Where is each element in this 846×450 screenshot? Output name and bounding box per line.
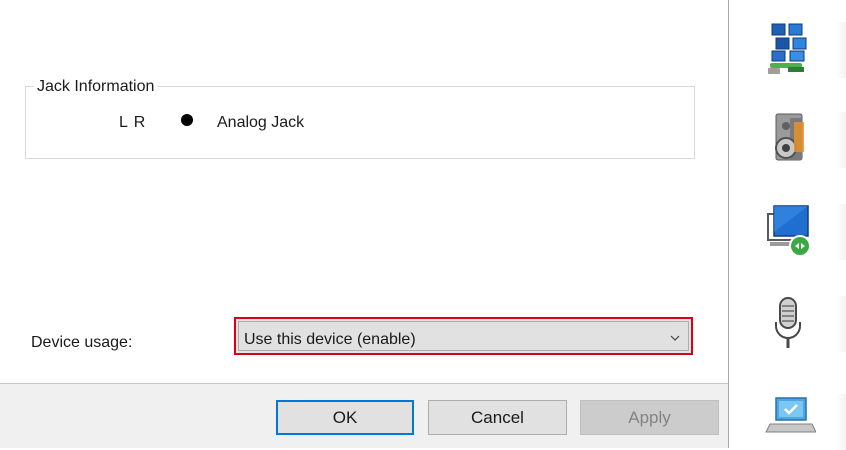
side-icon-label-edge <box>836 394 846 450</box>
side-icon-label-edge <box>836 204 846 260</box>
apply-button[interactable]: Apply <box>580 400 719 435</box>
side-icon-label-edge <box>836 22 846 78</box>
network-computers-icon[interactable] <box>760 22 816 78</box>
laptop-check-icon[interactable] <box>760 394 816 450</box>
microphone-icon[interactable] <box>760 296 816 352</box>
properties-dialog: Jack Information L R Analog Jack Device … <box>0 0 729 448</box>
jack-channels: L R <box>119 114 147 131</box>
dialog-content: Jack Information L R Analog Jack Device … <box>0 0 728 384</box>
sound-speaker-icon[interactable] <box>760 112 816 168</box>
jack-type: Analog Jack <box>217 114 305 131</box>
jack-dot-icon <box>181 114 193 126</box>
device-usage-dropdown[interactable]: Use this device (enable) <box>234 317 693 355</box>
side-icon-label-edge <box>836 112 846 168</box>
jack-information-group: Jack Information L R Analog Jack <box>25 77 695 159</box>
ok-button[interactable]: OK <box>276 400 414 435</box>
device-usage-selected-value: Use this device (enable) <box>244 331 416 348</box>
cancel-button[interactable]: Cancel <box>428 400 567 435</box>
device-usage-label: Device usage: <box>31 334 133 351</box>
chevron-down-icon <box>670 335 680 341</box>
device-usage-dropdown-field[interactable]: Use this device (enable) <box>238 321 689 351</box>
jack-information-title: Jack Information <box>34 77 158 97</box>
remote-desktop-icon[interactable] <box>760 204 816 260</box>
side-icon-label-edge <box>836 296 846 352</box>
